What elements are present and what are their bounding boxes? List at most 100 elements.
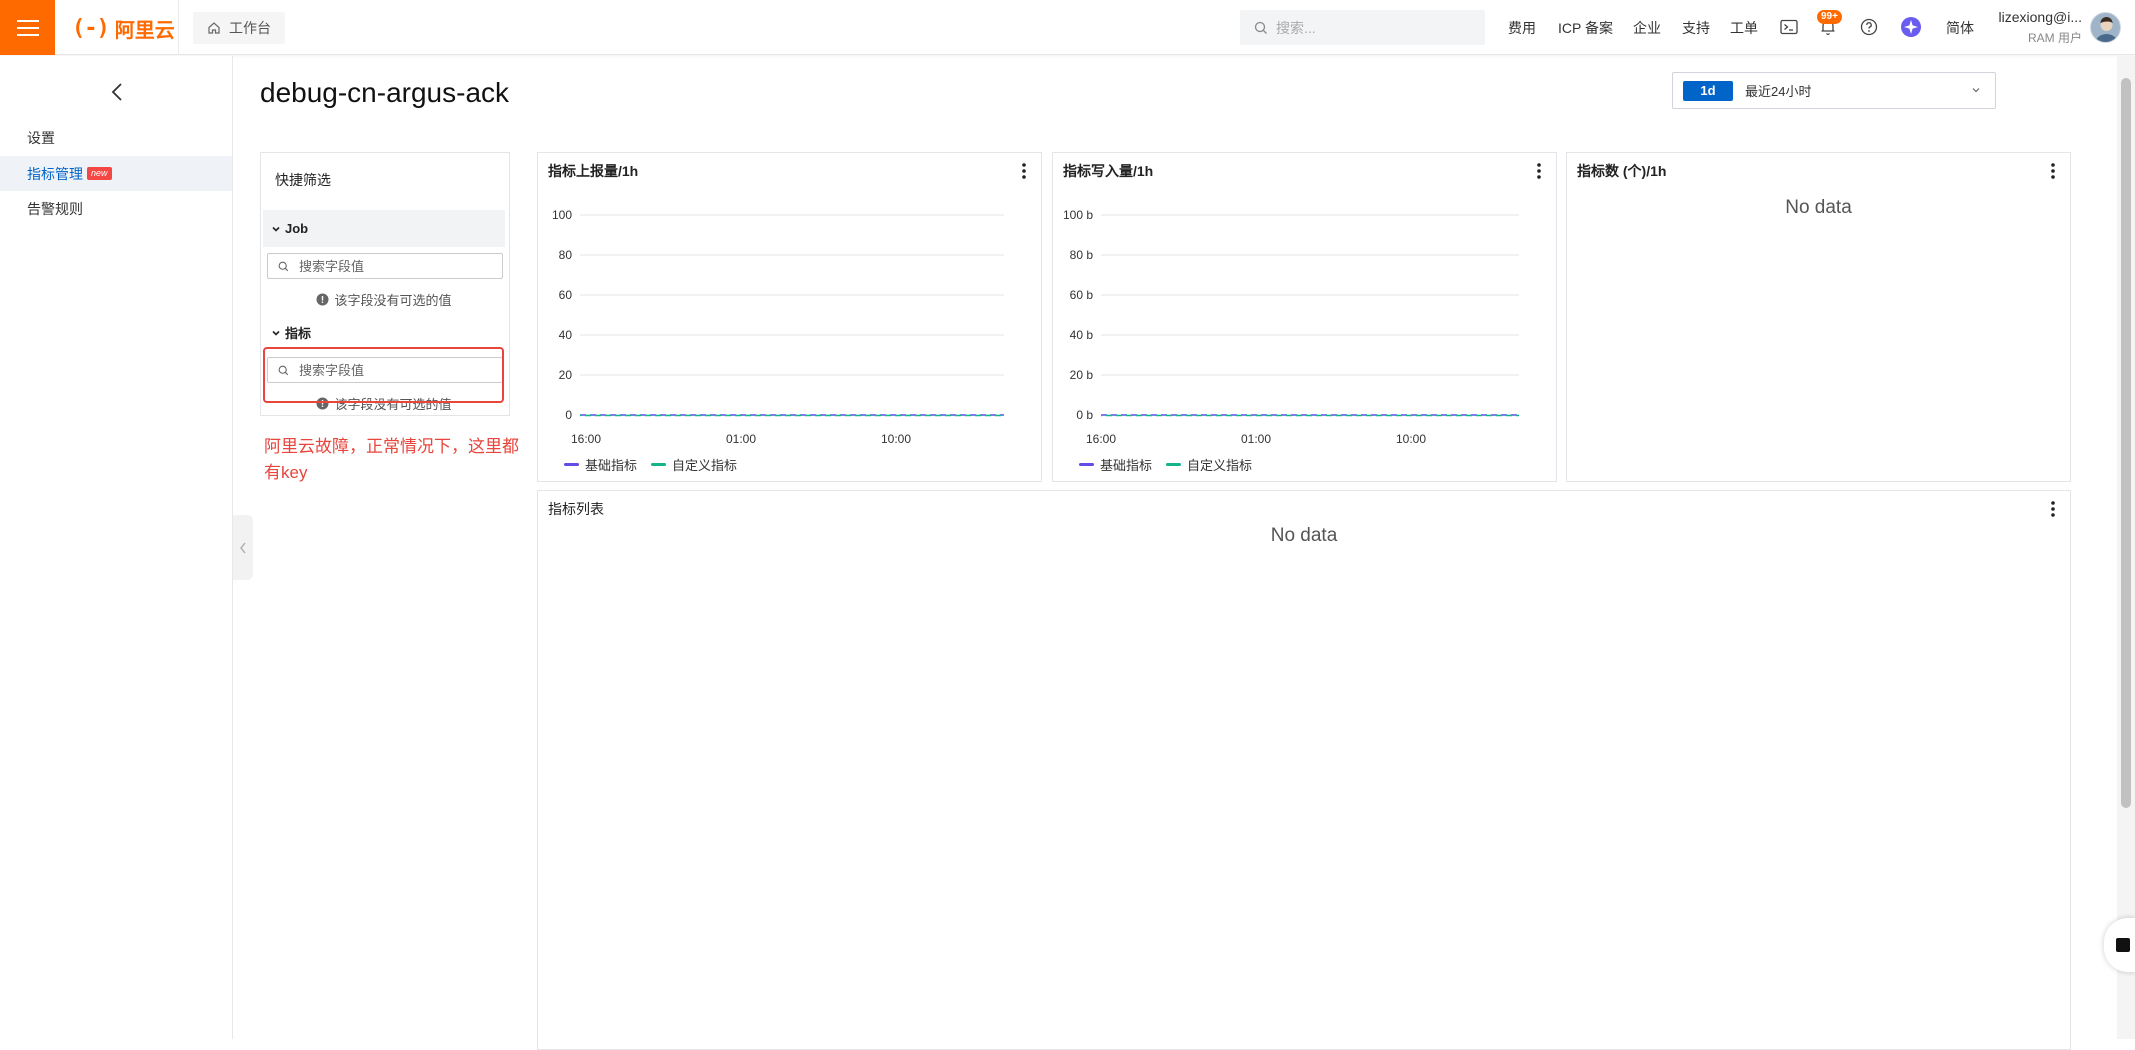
filter-section-metric[interactable]: 指标 (263, 314, 505, 351)
legend-swatch (1079, 463, 1094, 466)
sidebar-item-metric-management[interactable]: 指标管理 new (0, 156, 232, 191)
legend-label: 自定义指标 (1187, 458, 1253, 473)
chevron-left-icon (240, 542, 246, 553)
quick-filter-title: 快捷筛选 (275, 172, 331, 188)
workbench-label: 工作台 (229, 20, 271, 36)
chevron-down-icon (272, 226, 280, 232)
no-data-message: No data (1785, 197, 1852, 218)
nav-billing[interactable]: 费用 (1508, 0, 1536, 55)
metric-count-panel: 指标数 (个)/1h No data (1566, 152, 2071, 482)
job-empty-message: 该字段没有可选的值 (261, 290, 507, 309)
search-icon (278, 261, 289, 271)
y-tick-label: 40 (559, 328, 573, 342)
scrollbar-thumb[interactable] (2121, 78, 2131, 808)
legend-swatch (1166, 463, 1182, 466)
y-tick-label: 80 (559, 248, 573, 262)
x-tick-label: 10:00 (881, 432, 911, 446)
y-tick-label: 20 (559, 368, 573, 382)
legend-label: 基础指标 (1100, 458, 1153, 473)
top-navigation-bar: (-) 阿里云 工作台 费用 ICP 备案 企业 支持 工单 99+ 简体 li… (0, 0, 2135, 55)
y-tick-label: 100 b (1063, 208, 1093, 222)
y-tick-label: 0 (565, 408, 572, 422)
search-input[interactable] (1276, 19, 1456, 36)
y-tick-label: 0 b (1076, 408, 1093, 422)
user-name: lizexiong@i... (1998, 9, 2082, 25)
sidebar-item-label: 设置 (27, 129, 55, 146)
write-volume-panel: 指标写入量/1h 0 b 20 b 40 b 60 b 80 b 100 b 16:00 01… (1052, 152, 1557, 482)
chart-legend: 基础指标 自定义指标 (1079, 455, 1252, 474)
time-range-tag: 1d (1683, 80, 1733, 101)
x-tick-label: 16:00 (1086, 432, 1116, 446)
sidebar-item-settings[interactable]: 设置 (0, 120, 232, 155)
filter-section-label: 指标 (285, 326, 312, 341)
legend-label: 自定义指标 (672, 458, 738, 473)
page-title: debug-cn-argus-ack (260, 77, 510, 108)
legend-swatch (651, 463, 667, 466)
nav-tickets[interactable]: 工单 (1730, 0, 1758, 55)
legend-swatch (564, 463, 579, 466)
x-tick-label: 10:00 (1396, 432, 1426, 446)
language-switch[interactable]: 简体 (1946, 0, 1974, 55)
panel-title: 指标数 (个)/1h (1577, 163, 1667, 179)
avatar[interactable] (2090, 12, 2121, 43)
x-tick-label: 01:00 (726, 432, 756, 446)
cloud-shell-icon[interactable] (1776, 14, 1802, 40)
panel-title: 指标列表 (548, 501, 604, 517)
ai-assistant-icon[interactable] (1898, 14, 1924, 40)
chevron-down-icon (1972, 88, 1980, 93)
more-vertical-icon[interactable] (2046, 499, 2060, 519)
legend-label: 基础指标 (585, 458, 638, 473)
y-tick-label: 60 (559, 288, 573, 302)
filter-section-job[interactable]: Job (263, 210, 505, 247)
y-tick-label: 20 b (1070, 368, 1094, 382)
annotation-text: 阿里云故障，正常情况下，这里都有key (264, 437, 519, 482)
time-range-label: 最近24小时 (1745, 84, 1812, 99)
x-tick-label: 16:00 (571, 432, 601, 446)
search-icon (1254, 21, 1267, 34)
nav-icp[interactable]: ICP 备案 (1558, 0, 1613, 55)
page-scrollbar[interactable] (2117, 56, 2135, 1039)
nav-support[interactable]: 支持 (1682, 0, 1710, 55)
time-range-select[interactable]: 1d 最近24小时 (1672, 72, 1996, 109)
chart-legend: 基础指标 自定义指标 (564, 455, 737, 474)
filter-section-label: Job (285, 221, 309, 236)
metric-list-panel: 指标列表 No data (537, 490, 2071, 1050)
new-badge: new (87, 167, 112, 180)
legend-item[interactable]: 自定义指标 (1166, 455, 1252, 474)
report-volume-panel: 指标上报量/1h 0 20 40 60 80 100 16:00 01:00 10:00 基础指… (537, 152, 1042, 482)
user-role: RAM 用户 (2027, 31, 2082, 45)
home-icon (208, 22, 220, 34)
sidebar-item-label: 告警规则 (27, 200, 83, 217)
workbench-button[interactable]: 工作台 (193, 12, 285, 44)
floating-help-button[interactable] (2104, 918, 2135, 972)
divider (178, 0, 179, 55)
chevron-down-icon (272, 330, 280, 336)
job-search-field[interactable] (267, 253, 503, 279)
sidebar: 设置 指标管理 new 告警规则 (0, 56, 233, 1039)
global-search[interactable] (1240, 10, 1485, 45)
y-tick-label: 60 b (1070, 288, 1094, 302)
y-tick-label: 80 b (1070, 248, 1094, 262)
job-search-input[interactable] (299, 258, 489, 274)
y-tick-label: 100 (552, 208, 572, 222)
more-vertical-icon[interactable] (2046, 161, 2060, 181)
legend-item[interactable]: 基础指标 (564, 455, 637, 474)
legend-item[interactable]: 自定义指标 (651, 455, 737, 474)
info-icon (316, 293, 329, 306)
sidebar-item-alert-rules[interactable]: 告警规则 (0, 191, 232, 226)
y-tick-label: 40 b (1070, 328, 1094, 342)
sidebar-collapse-handle[interactable] (233, 515, 253, 580)
no-data-message: No data (1270, 525, 1338, 546)
annotation-highlight-box (263, 347, 504, 403)
back-arrow-icon[interactable] (106, 80, 130, 104)
aliyun-logo[interactable]: (-) 阿里云 (72, 15, 175, 42)
hamburger-menu-icon[interactable] (0, 0, 55, 55)
user-menu[interactable]: lizexiong@i... RAM 用户 (1994, 9, 2082, 46)
notification-badge: 99+ (1817, 10, 1842, 24)
nav-enterprise[interactable]: 企业 (1633, 0, 1661, 55)
sidebar-item-label: 指标管理 (27, 165, 83, 182)
empty-message-text: 该字段没有可选的值 (334, 293, 452, 308)
logo-mark: (-) (72, 15, 110, 41)
legend-item[interactable]: 基础指标 (1079, 455, 1152, 474)
help-icon[interactable] (1856, 14, 1882, 40)
